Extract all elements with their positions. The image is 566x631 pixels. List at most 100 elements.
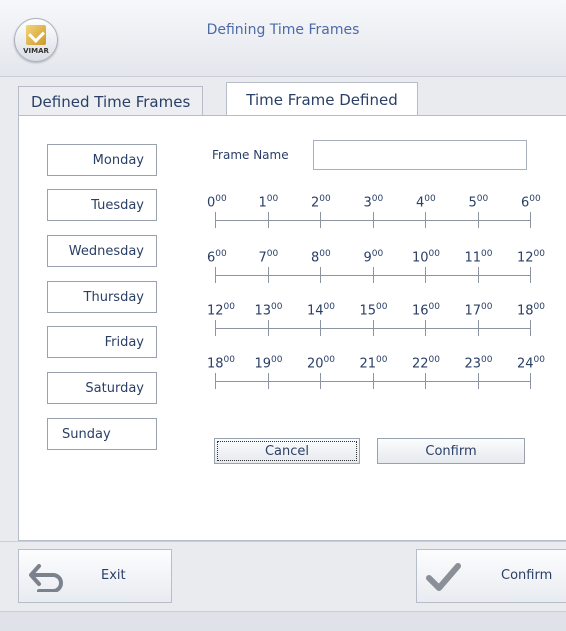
hour-label: 200 <box>311 194 331 210</box>
logo-text: VIMAR <box>23 47 49 55</box>
hour-label: 1900 <box>255 355 283 371</box>
hour-label: 1100 <box>465 249 493 265</box>
tab-time-frame-defined[interactable]: Time Frame Defined <box>226 82 418 116</box>
hour-label: 1200 <box>207 302 235 318</box>
hour-value: 17 <box>464 303 482 319</box>
hour-value: 13 <box>254 303 272 319</box>
ruler-tick <box>425 267 426 283</box>
hour-label: 600 <box>521 194 541 210</box>
ruler-tick <box>320 320 321 336</box>
tab-strip: Defined Time Frames Time Frame Defined <box>18 82 566 116</box>
hour-label: 400 <box>416 194 436 210</box>
day-button-saturday[interactable]: Saturday <box>47 372 157 404</box>
minute-sup: 00 <box>271 302 283 312</box>
minute-sup: 00 <box>424 194 436 204</box>
ruler-tick <box>372 320 374 336</box>
hour-value: 21 <box>359 356 377 372</box>
hour-label: 2200 <box>412 355 440 371</box>
exit-label: Exit <box>101 568 126 583</box>
minute-sup: 00 <box>319 249 331 259</box>
confirm-button[interactable]: Confirm <box>416 549 566 603</box>
hour-label: 100 <box>259 194 279 210</box>
time-ruler[interactable]: 000 100 200 300 400 500 600 <box>207 194 541 236</box>
tab-defined-time-frames[interactable]: Defined Time Frames <box>18 86 204 116</box>
hour-label: 2300 <box>465 355 493 371</box>
ruler-tick <box>425 320 426 336</box>
hour-label: 1200 <box>517 249 545 265</box>
minute-sup: 00 <box>371 194 384 204</box>
hour-label: 1000 <box>412 249 440 265</box>
hour-label: 2100 <box>360 355 388 371</box>
hour-label: 600 <box>207 249 227 265</box>
confirm-frame-button[interactable]: Confirm <box>377 438 525 464</box>
hour-label: 1600 <box>412 302 440 318</box>
title-bar: VIMAR Defining Time Frames <box>0 0 566 77</box>
hour-value: 23 <box>464 356 482 372</box>
hour-value: 18 <box>517 303 534 319</box>
confirm-label: Confirm <box>501 568 553 583</box>
hour-label: 1300 <box>255 302 283 318</box>
ruler-tick <box>372 373 374 389</box>
hour-label: 1800 <box>207 355 235 371</box>
hour-label: 1400 <box>307 302 335 318</box>
minute-sup: 00 <box>481 302 493 312</box>
minute-sup: 00 <box>223 355 235 365</box>
undo-arrow-icon <box>29 564 63 592</box>
day-button-monday[interactable]: Monday <box>47 144 157 176</box>
hour-value: 20 <box>307 356 324 372</box>
cancel-button[interactable]: Cancel <box>214 438 360 464</box>
hour-value: 7 <box>258 250 267 266</box>
ruler-tick <box>320 212 321 228</box>
ruler-tick <box>425 212 426 228</box>
day-button-friday[interactable]: Friday <box>47 326 157 358</box>
frame-name-input[interactable] <box>313 140 527 170</box>
hour-value: 9 <box>363 250 372 266</box>
day-button-tuesday[interactable]: Tuesday <box>47 189 157 221</box>
hour-value: 10 <box>412 250 429 266</box>
hour-value: 15 <box>359 303 377 319</box>
ruler-tick <box>215 212 216 228</box>
window-title: Defining Time Frames <box>206 22 360 38</box>
hour-value: 24 <box>517 356 534 372</box>
hour-label: 300 <box>364 194 384 210</box>
time-ruler[interactable]: 1200 1300 1400 1500 1600 1700 1800 <box>207 302 545 344</box>
minute-sup: 00 <box>215 249 227 259</box>
ruler-tick <box>477 267 479 283</box>
ruler-tick <box>477 373 479 389</box>
ruler-tick <box>530 373 531 389</box>
hour-value: 5 <box>468 195 477 211</box>
minute-sup: 00 <box>215 194 227 204</box>
ruler-tick <box>267 320 269 336</box>
hour-label: 500 <box>469 194 489 210</box>
time-ruler[interactable]: 600 700 800 900 1000 1100 1200 <box>207 249 545 291</box>
minute-sup: 00 <box>529 194 541 204</box>
time-frame-panel: Monday Tuesday Wednesday Thursday Friday… <box>18 115 566 541</box>
minute-sup: 00 <box>323 302 335 312</box>
ruler-tick <box>425 373 426 389</box>
minute-sup: 00 <box>428 355 440 365</box>
day-button-wednesday[interactable]: Wednesday <box>47 235 157 267</box>
hour-value: 12 <box>517 250 534 266</box>
ruler-tick <box>215 320 216 336</box>
hour-value: 18 <box>207 356 224 372</box>
day-button-thursday[interactable]: Thursday <box>47 281 157 313</box>
day-button-sunday[interactable]: Sunday <box>47 418 157 450</box>
hour-value: 11 <box>464 250 482 266</box>
ruler-tick <box>477 212 479 228</box>
minute-sup: 00 <box>376 355 388 365</box>
ruler-tick <box>372 267 374 283</box>
minute-sup: 00 <box>533 302 545 312</box>
minute-sup: 00 <box>271 355 283 365</box>
bottom-bar: Exit Confirm <box>0 541 566 612</box>
hour-label: 700 <box>259 249 279 265</box>
time-ruler[interactable]: 1800 1900 2000 2100 2200 2300 2400 <box>207 355 545 397</box>
ruler-tick <box>215 373 216 389</box>
hour-label: 2000 <box>307 355 335 371</box>
hour-value: 19 <box>254 356 272 372</box>
hour-label: 000 <box>207 194 227 210</box>
hour-value: 12 <box>207 303 224 319</box>
hour-label: 800 <box>311 249 331 265</box>
hour-value: 22 <box>412 356 429 372</box>
minute-sup: 00 <box>533 355 545 365</box>
exit-button[interactable]: Exit <box>18 549 172 603</box>
